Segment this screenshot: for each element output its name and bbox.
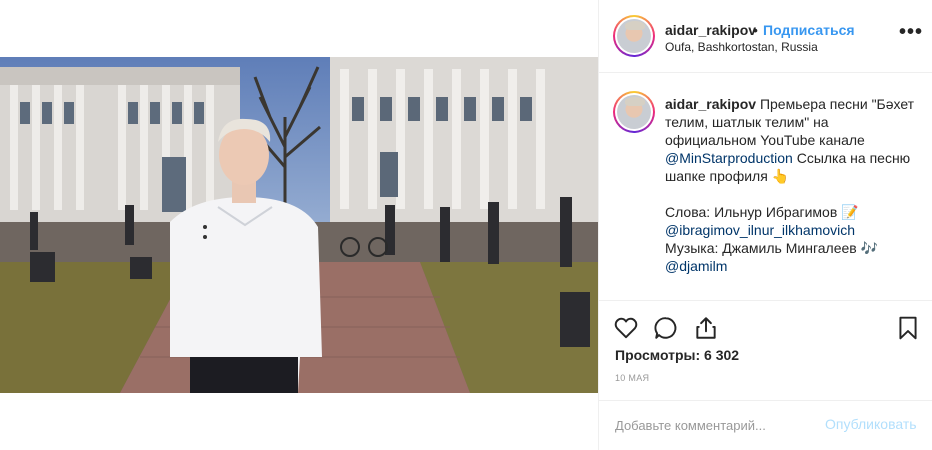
caption-text-3: Музыка: Джамиль Мингалеев 🎶 bbox=[665, 240, 879, 256]
caption-username[interactable]: aidar_rakipov bbox=[665, 96, 756, 112]
mention-minstarproduction[interactable]: @MinStarproduction bbox=[665, 150, 793, 166]
author-username[interactable]: aidar_rakipov bbox=[665, 22, 756, 38]
post-header: aidar_rakipov • Подписаться Oufa, Bashko… bbox=[599, 0, 932, 73]
views-count[interactable]: Просмотры: 6 302 bbox=[615, 347, 739, 363]
video-frame-image bbox=[0, 57, 598, 393]
action-bar bbox=[599, 300, 932, 348]
post-details-panel: aidar_rakipov • Подписаться Oufa, Bashko… bbox=[598, 0, 932, 450]
publish-button[interactable]: Опубликовать bbox=[825, 416, 917, 432]
mention-djamilm[interactable]: @djamilm bbox=[665, 258, 727, 274]
video-player[interactable] bbox=[0, 57, 598, 393]
comment-bar: Опубликовать bbox=[599, 400, 932, 450]
author-avatar[interactable] bbox=[613, 15, 655, 57]
caption-author-avatar[interactable] bbox=[613, 91, 655, 133]
post-caption: aidar_rakipov Премьера песни "Бәхет тели… bbox=[665, 95, 923, 275]
post-media bbox=[0, 0, 598, 450]
more-options-icon[interactable]: ••• bbox=[899, 22, 923, 42]
share-icon[interactable] bbox=[693, 315, 719, 341]
mention-ibragimov[interactable]: @ibragimov_ilnur_ilkhamovich bbox=[665, 222, 855, 238]
location-link[interactable]: Oufa, Bashkortostan, Russia bbox=[665, 40, 818, 54]
follow-button[interactable]: Подписаться bbox=[763, 22, 855, 38]
bookmark-icon[interactable] bbox=[895, 315, 921, 341]
heart-icon[interactable] bbox=[613, 315, 639, 341]
comment-icon[interactable] bbox=[653, 315, 679, 341]
comment-input[interactable] bbox=[615, 415, 815, 435]
post-date[interactable]: 10 мая bbox=[615, 373, 649, 383]
separator-dot: • bbox=[753, 22, 758, 38]
